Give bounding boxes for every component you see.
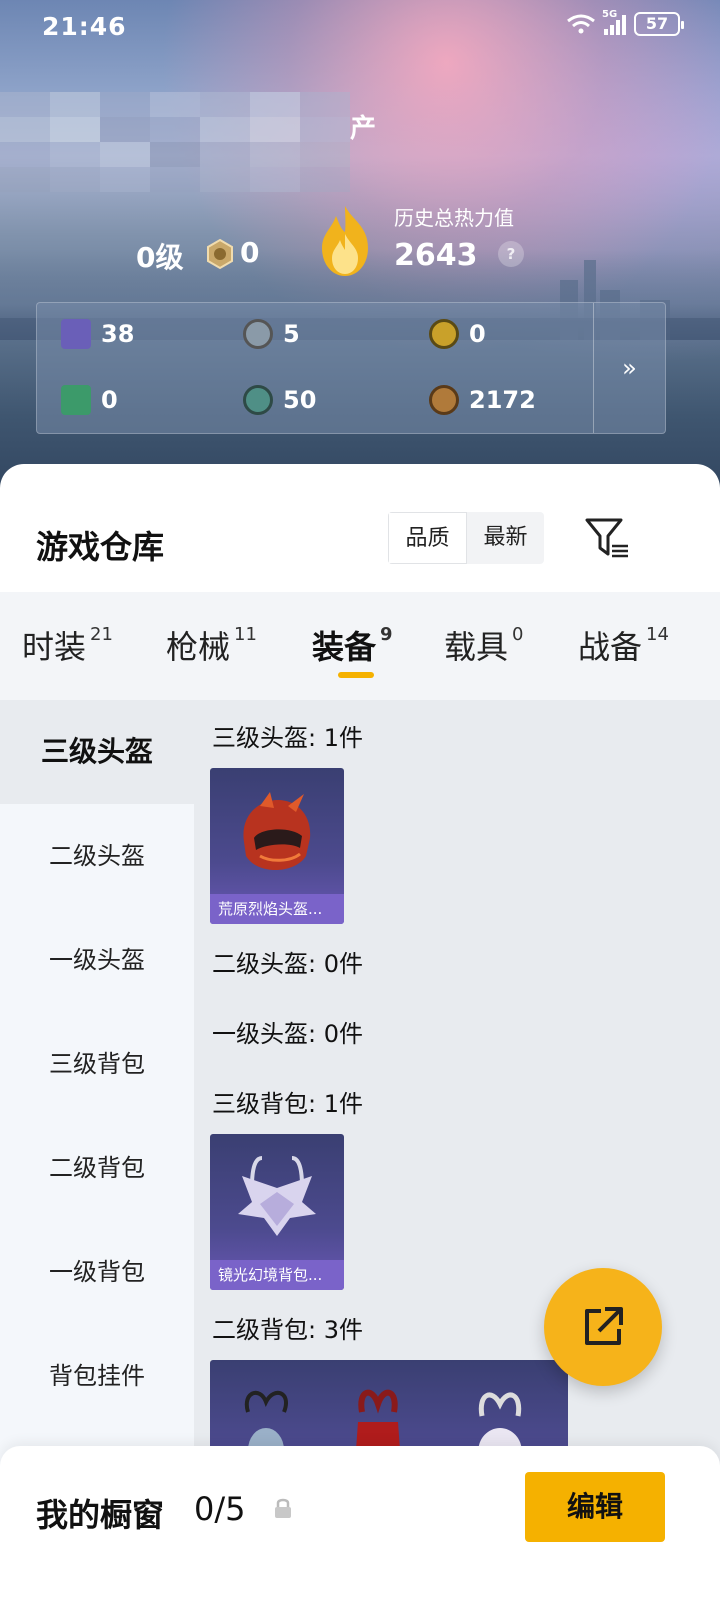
green-card-icon — [61, 385, 91, 415]
item-card[interactable]: 荒原烈焰头盔... — [210, 768, 344, 924]
showcase-title: 我的橱窗 — [36, 1496, 165, 1534]
rank-badge-icon — [207, 238, 233, 270]
filter-icon[interactable] — [584, 516, 630, 560]
silver-coin-icon — [243, 319, 273, 349]
teal-coin-icon — [243, 385, 273, 415]
pixelated-username — [0, 92, 350, 192]
sidebar-item-backpack-2[interactable]: 二级背包 — [0, 1116, 194, 1220]
resource-item[interactable]: 0 — [61, 385, 118, 415]
resource-item[interactable]: 2172 — [429, 385, 536, 415]
sidebar-item-backpack-1[interactable]: 一级背包 — [0, 1220, 194, 1324]
section-label: 一级头盔: 0件 — [212, 1020, 363, 1048]
purple-card-icon — [61, 319, 91, 349]
help-icon[interactable]: ? — [498, 241, 524, 267]
rank-value: 0 — [240, 236, 260, 269]
tab-fashion[interactable]: 时装 21 — [22, 622, 113, 668]
player-level: 0级 — [136, 241, 184, 274]
username-suffix: 产 — [350, 114, 377, 144]
item-list: 三级头盔: 1件 荒原烈焰头盔... 二级头盔: 0件 一级头盔: 0件 三级背… — [194, 700, 720, 1500]
tab-weapons[interactable]: 枪械 11 — [166, 622, 257, 668]
sidebar-item-helmet-1[interactable]: 一级头盔 — [0, 908, 194, 1012]
sidebar-item-backpack-3[interactable]: 三级背包 — [0, 1012, 194, 1116]
resource-item[interactable]: 38 — [61, 319, 134, 349]
edit-button[interactable]: 编辑 — [525, 1472, 665, 1542]
warehouse-card: 游戏仓库 品质 最新 时装 21 枪械 11 装备 9 载具 0 战备 14 三级头盔 二… — [0, 464, 720, 1612]
section-label: 二级背包: 3件 — [212, 1316, 363, 1344]
item-name: 荒原烈焰头盔... — [210, 894, 344, 924]
item-card[interactable]: 镜光幻境背包... — [210, 1134, 344, 1290]
resource-item[interactable]: 5 — [243, 319, 300, 349]
backpack-icon — [238, 1156, 316, 1236]
tab-equipment[interactable]: 装备 9 — [312, 622, 393, 668]
sort-newest-button[interactable]: 最新 — [467, 512, 544, 564]
section-label: 三级背包: 1件 — [212, 1090, 363, 1118]
gold-badge-icon — [429, 319, 459, 349]
warehouse-title: 游戏仓库 — [36, 528, 165, 566]
section-label: 二级头盔: 0件 — [212, 950, 363, 978]
tab-supplies[interactable]: 战备 14 — [578, 622, 669, 668]
signal-icon: 5G — [602, 9, 626, 35]
sidebar-item-backpack-charm[interactable]: 背包挂件 — [0, 1324, 194, 1428]
resource-item[interactable]: 0 — [429, 319, 486, 349]
flame-icon — [322, 206, 368, 276]
helmet-icon — [243, 792, 311, 870]
active-tab-indicator — [338, 672, 374, 678]
clock: 21:46 — [42, 12, 127, 41]
sort-quality-button[interactable]: 品质 — [388, 512, 467, 564]
share-icon — [585, 1307, 623, 1345]
sort-toggle: 品质 最新 — [388, 512, 544, 564]
subcategory-sidebar: 三级头盔 二级头盔 一级头盔 三级背包 二级背包 一级背包 背包挂件 — [0, 700, 194, 1500]
resource-item[interactable]: 50 — [243, 385, 316, 415]
battery-icon: 57 — [634, 12, 684, 36]
category-tabs: 时装 21 枪械 11 装备 9 载具 0 战备 14 — [0, 592, 720, 700]
sidebar-item-helmet-2[interactable]: 二级头盔 — [0, 804, 194, 908]
sidebar-item-helmet-3[interactable]: 三级头盔 — [0, 700, 194, 804]
showcase-bar: 我的橱窗 0/5 编辑 — [0, 1446, 720, 1612]
status-bar: 21:46 5G 57 — [0, 0, 720, 56]
resources-panel: 38 5 0 0 50 2172 » — [36, 302, 666, 434]
tab-vehicles[interactable]: 载具 0 — [444, 622, 523, 668]
wifi-icon — [567, 14, 595, 34]
expand-resources-button[interactable]: » — [593, 303, 665, 433]
bronze-coin-icon — [429, 385, 459, 415]
share-button[interactable] — [544, 1268, 662, 1386]
heat-value: 2643 — [394, 238, 478, 273]
heat-label: 历史总热力值 — [394, 206, 514, 230]
lock-icon — [275, 1498, 291, 1518]
item-name: 镜光幻境背包... — [210, 1260, 344, 1290]
showcase-count: 0/5 — [194, 1490, 246, 1528]
section-label: 三级头盔: 1件 — [212, 724, 363, 752]
